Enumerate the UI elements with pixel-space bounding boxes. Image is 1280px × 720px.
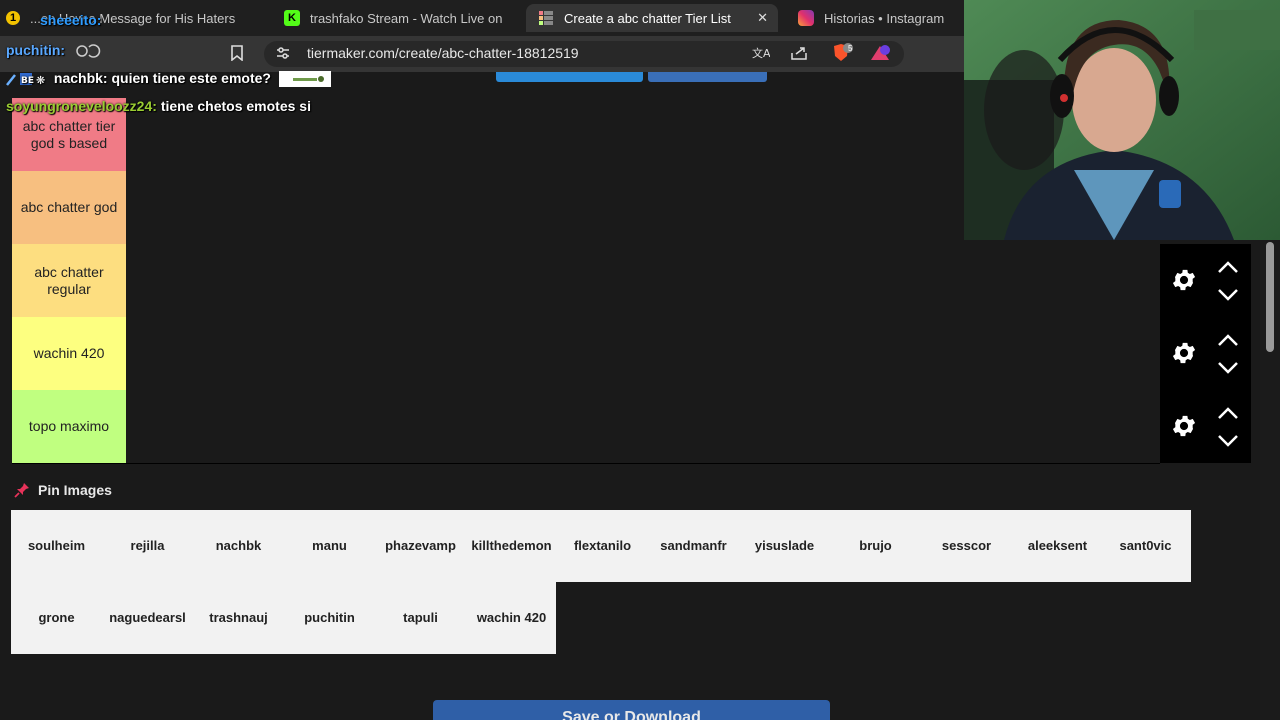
tier-label[interactable]: abc chatter regular [12,244,126,317]
tier-label[interactable]: wachin 420 [12,317,126,390]
pool-item[interactable]: grone [11,610,102,625]
streamer-webcam [964,0,1280,240]
pool-item[interactable]: rejilla [102,538,193,553]
pool-item[interactable]: sandmanfr [648,538,739,553]
pool-item[interactable]: sant0vic [1100,538,1191,553]
brave-shield-count: 5 [848,44,853,53]
chat-message: soyungroneveloozz24: tiene chetos emotes… [6,98,311,114]
kick-icon: K [284,10,300,26]
tier-label[interactable]: topo maximo [12,390,126,463]
chevron-down-icon[interactable] [1216,434,1240,448]
gear-icon[interactable] [1170,339,1198,367]
chat-username: puchitin: [6,42,66,58]
tier-row[interactable]: abc chatter regular [12,244,1160,318]
pool-item[interactable]: manu [284,538,375,553]
pool-item[interactable]: aleeksent [1012,538,1103,553]
chat-text: quien tiene este emote? [111,70,271,86]
chevron-up-icon[interactable] [1216,406,1240,420]
pool-item[interactable]: brujo [830,538,921,553]
instagram-icon [798,10,814,26]
tier-controls [1160,244,1251,317]
close-icon[interactable]: ✕ [757,10,768,26]
pool-item[interactable]: flextanilo [557,538,648,553]
save-button-label: Save or Download [562,709,701,720]
tier-controls [1160,390,1251,463]
pool-item[interactable]: nachbk [193,538,284,553]
youtube-icon: 1 [6,11,20,25]
webcam-image [964,0,1280,240]
top-action-button-1[interactable] [496,72,643,82]
brave-rewards-icon[interactable] [870,44,892,66]
chat-message: sheeeito: [40,12,101,28]
tab-tiermaker[interactable]: Create a abc chatter Tier List ✕ [526,4,778,32]
tier-row[interactable]: topo maximo [12,390,1160,464]
chevron-up-icon[interactable] [1216,333,1240,347]
pin-images-label: Pin Images [38,482,112,498]
gear-icon[interactable] [1170,412,1198,440]
emote-icon [278,71,331,88]
tab-label: Historias • Instagram [824,10,945,26]
page-scrollbar[interactable] [1260,238,1280,720]
chat-message: puchitin: [6,42,101,59]
scrollbar-thumb[interactable] [1266,242,1274,352]
gear-icon[interactable] [1170,266,1198,294]
pushpin-icon [14,483,29,498]
tier-label[interactable]: abc chatter god [12,171,126,244]
pool-item[interactable]: puchitin [284,610,375,625]
emote-icon [75,44,101,59]
chat-message: BE ❋ nachbk: quien tiene este emote? [6,70,331,88]
tab-label: trashfako Stream - Watch Live on [310,10,503,26]
tab-label: Create a abc chatter Tier List [564,10,731,26]
svg-text:❋: ❋ [36,74,45,86]
tier-row[interactable]: wachin 420 [12,317,1160,391]
pool-item[interactable]: wachin 420 [466,610,557,625]
tier-controls [1160,317,1251,390]
pool-item[interactable]: sesscor [921,538,1012,553]
chat-username: soyungroneveloozz24: [6,98,157,114]
tab-kick[interactable]: K trashfako Stream - Watch Live on [272,4,520,32]
tab-instagram[interactable]: Historias • Instagram [786,4,962,32]
save-or-download-button[interactable]: Save or Download [433,700,830,720]
browser-tab-strip: 1 ...ee How a Message for His Haters K t… [0,0,964,36]
pin-images-toggle[interactable]: Pin Images [14,482,112,498]
pool-item[interactable]: trashnauj [193,610,284,625]
badge-icon: BE ❋ [6,72,50,87]
svg-text:文A: 文A [752,46,770,60]
chevron-down-icon[interactable] [1216,288,1240,302]
site-settings-icon[interactable] [275,45,291,65]
top-action-button-2[interactable] [648,72,767,82]
translate-icon[interactable]: 文A [752,45,771,65]
chat-username: sheeeito: [40,12,102,28]
pool-item[interactable]: tapuli [375,610,466,625]
svg-text:BE: BE [21,76,34,86]
bookmark-icon[interactable] [230,45,244,65]
pool-item[interactable]: naguedearsl [102,610,193,625]
share-icon[interactable] [790,45,808,65]
pool-item[interactable]: phazevamp [375,538,466,553]
url-text[interactable]: tiermaker.com/create/abc-chatter-1881251… [307,45,579,61]
chat-username: nachbk: [53,70,108,86]
tiermaker-icon [538,10,554,26]
chat-text: tiene chetos emotes si [160,98,311,114]
pool-item[interactable]: yisuslade [739,538,830,553]
pool-item[interactable]: killthedemon [466,538,557,553]
pool-item[interactable]: soulheim [11,538,102,553]
chevron-up-icon[interactable] [1216,260,1240,274]
chevron-down-icon[interactable] [1216,361,1240,375]
